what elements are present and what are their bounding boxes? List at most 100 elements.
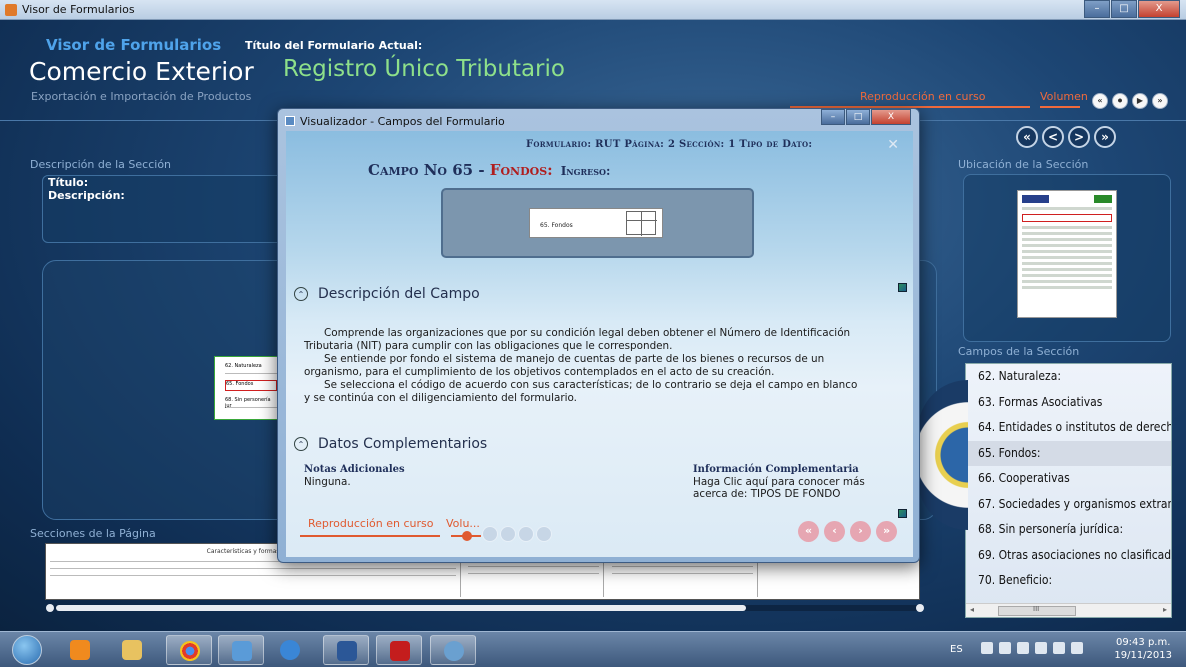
clock-time: 09:43 p.m. bbox=[1115, 637, 1171, 648]
list-item[interactable]: 67. Sociedades y organismos extranjeros: bbox=[966, 492, 1171, 518]
collapse-icon[interactable]: ⌃ bbox=[294, 287, 308, 301]
expand-icon[interactable] bbox=[898, 283, 907, 292]
sections-scrollbar[interactable] bbox=[46, 604, 924, 612]
maximize-button[interactable]: □ bbox=[1111, 0, 1137, 18]
field-type: Ingreso: bbox=[560, 164, 611, 178]
window-title-bar[interactable]: Visor de Formularios – □ X bbox=[0, 0, 1186, 20]
taskbar-explorer[interactable] bbox=[112, 635, 150, 665]
app-icon bbox=[5, 4, 17, 16]
clock[interactable]: 09:43 p.m. 19/11/2013 bbox=[1114, 636, 1172, 662]
language-indicator[interactable]: ES bbox=[950, 644, 963, 655]
reproduction-label: Reproducción en curso bbox=[860, 90, 986, 103]
dialog-reproduction-progress[interactable] bbox=[300, 535, 440, 537]
form-thumbnail[interactable] bbox=[1017, 190, 1117, 318]
notes-value: Ninguna. bbox=[304, 476, 351, 488]
form-title: Registro Único Tributario bbox=[283, 56, 565, 82]
dialog-volume-label: Volu... bbox=[446, 517, 480, 530]
nav-next-button[interactable]: > bbox=[1068, 126, 1090, 148]
page-sections-label: Secciones de la Página bbox=[30, 527, 156, 540]
dialog-media-button[interactable] bbox=[518, 526, 534, 542]
list-item[interactable]: 69. Otras asociaciones no clasificadas: bbox=[966, 543, 1171, 569]
dialog-nav-prev-button[interactable]: ‹ bbox=[824, 521, 845, 542]
dialog-nav-last-button[interactable]: » bbox=[876, 521, 897, 542]
dialog-nav-next-button[interactable]: › bbox=[850, 521, 871, 542]
mini-form-row: 62. Naturaleza bbox=[225, 363, 277, 374]
taskbar: ES bbox=[0, 631, 1186, 667]
close-button[interactable]: X bbox=[1138, 0, 1180, 18]
window-title: Visor de Formularios bbox=[22, 3, 135, 16]
description-section-header[interactable]: ⌃ Descripción del Campo bbox=[294, 286, 480, 302]
start-button[interactable] bbox=[12, 635, 42, 665]
taskbar-media-player[interactable] bbox=[60, 635, 98, 665]
field-number: Campo No 65 - bbox=[368, 161, 490, 179]
subcategory-title: Exportación e Importación de Productos bbox=[31, 90, 252, 103]
scroll-down-icon[interactable] bbox=[898, 509, 907, 518]
volume-slider[interactable] bbox=[1040, 106, 1080, 108]
field-title: Campo No 65 - Fondos: Ingreso: bbox=[368, 161, 610, 179]
dialog-close-button[interactable]: X bbox=[871, 109, 911, 125]
close-icon[interactable]: ✕ bbox=[887, 137, 899, 153]
media-stop-button[interactable]: ⏺ bbox=[1112, 93, 1128, 109]
taskbar-app-viewer[interactable] bbox=[218, 635, 264, 665]
fields-list[interactable]: 62. Naturaleza: 63. Formas Asociativas 6… bbox=[965, 363, 1172, 618]
section-fields-label: Campos de la Sección bbox=[958, 345, 1080, 358]
dialog-media-button[interactable] bbox=[482, 526, 498, 542]
dialog-title: Visualizador - Campos del Formulario bbox=[300, 115, 505, 128]
taskbar-word[interactable] bbox=[323, 635, 369, 665]
scroll-right-icon[interactable]: ▸ bbox=[1163, 605, 1167, 614]
fields-list-scrollbar[interactable]: ◂ III ▸ bbox=[966, 603, 1171, 617]
list-item[interactable]: 66. Cooperativas bbox=[966, 466, 1171, 492]
dialog-nav-first-button[interactable]: « bbox=[798, 521, 819, 542]
dialog-body: Formulario: RUT Página: 2 Sección: 1 Tip… bbox=[286, 131, 913, 557]
taskbar-chrome[interactable] bbox=[166, 635, 212, 665]
notes-label: Notas Adicionales bbox=[304, 464, 405, 475]
mini-form-row-selected: 65. Fondos bbox=[225, 380, 277, 391]
scroll-left-icon[interactable]: ◂ bbox=[970, 605, 974, 614]
section-location-label: Ubicación de la Sección bbox=[958, 158, 1089, 171]
volume-slider-handle[interactable] bbox=[462, 531, 472, 541]
minimize-button[interactable]: – bbox=[1084, 0, 1110, 18]
info-label: Información Complementaria bbox=[693, 464, 859, 475]
list-item[interactable]: 70. Beneficio: bbox=[966, 568, 1171, 594]
section-desc-label: Descripción: bbox=[48, 189, 125, 202]
tray-app-icon[interactable] bbox=[1053, 642, 1065, 654]
tray-device-icon[interactable] bbox=[1017, 642, 1029, 654]
mini-form-preview: 62. Naturaleza 65. Fondos 68. Sin person… bbox=[214, 356, 282, 420]
mini-form-row: 68. Sin personería jur bbox=[225, 397, 277, 409]
dialog-minimize-button[interactable]: – bbox=[821, 109, 845, 125]
taskbar-paint[interactable] bbox=[430, 635, 476, 665]
nav-prev-button[interactable]: < bbox=[1042, 126, 1064, 148]
field-preview: 65. Fondos bbox=[441, 188, 754, 258]
list-item[interactable]: 62. Naturaleza: bbox=[966, 364, 1171, 390]
media-play-button[interactable]: ▶ bbox=[1132, 93, 1148, 109]
list-item[interactable]: 68. Sin personería jurídica: bbox=[966, 517, 1171, 543]
nav-first-button[interactable]: « bbox=[1016, 126, 1038, 148]
dialog-reproduction-label: Reproducción en curso bbox=[308, 517, 434, 530]
dialog-media-button[interactable] bbox=[500, 526, 516, 542]
list-item-selected[interactable]: 65. Fondos: bbox=[966, 440, 1171, 466]
info-link[interactable]: Haga Clic aquí para conocer más acerca d… bbox=[693, 476, 883, 500]
app-header: Visor de Formularios bbox=[46, 36, 222, 54]
tray-volume-icon[interactable] bbox=[1071, 642, 1083, 654]
dialog-media-button[interactable] bbox=[536, 526, 552, 542]
description-paragraph: Se selecciona el código de acuerdo con s… bbox=[304, 379, 858, 404]
list-item[interactable]: 64. Entidades o institutos de derecho pú… bbox=[966, 415, 1171, 441]
complement-section-header[interactable]: ⌃ Datos Complementarios bbox=[294, 436, 487, 452]
taskbar-ie[interactable] bbox=[270, 635, 310, 665]
nav-last-button[interactable]: » bbox=[1094, 126, 1116, 148]
collapse-icon[interactable]: ⌃ bbox=[294, 437, 308, 451]
scroll-thumb-grip-icon: III bbox=[1033, 605, 1040, 613]
dialog-maximize-button[interactable]: □ bbox=[846, 109, 870, 125]
field-preview-box bbox=[626, 211, 657, 236]
description-paragraph: Comprende las organizaciones que por su … bbox=[304, 327, 851, 352]
field-preview-label: 65. Fondos bbox=[540, 222, 573, 229]
list-item[interactable]: 63. Formas Asociativas bbox=[966, 390, 1171, 416]
tray-arrow-icon[interactable] bbox=[981, 642, 993, 654]
media-forward-button[interactable]: » bbox=[1152, 93, 1168, 109]
volume-label: Volumen bbox=[1040, 90, 1088, 103]
tray-network-icon[interactable] bbox=[1035, 642, 1047, 654]
description-paragraph: Se entiende por fondo el sistema de mane… bbox=[304, 353, 825, 378]
taskbar-acrobat[interactable] bbox=[376, 635, 422, 665]
tray-flag-icon[interactable] bbox=[999, 642, 1011, 654]
media-rewind-button[interactable]: « bbox=[1092, 93, 1108, 109]
